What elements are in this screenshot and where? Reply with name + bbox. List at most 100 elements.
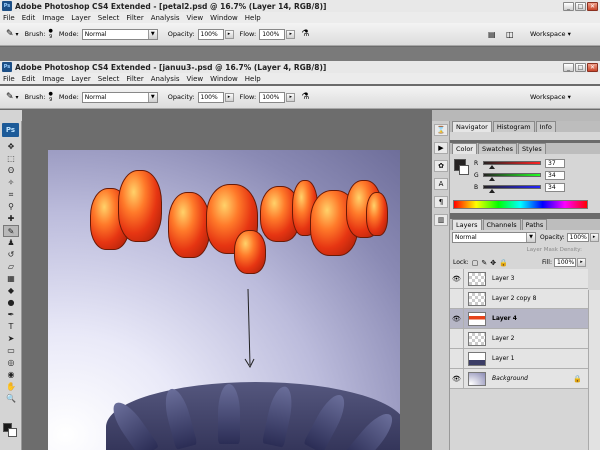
- dodge-tool-icon[interactable]: ●: [3, 297, 19, 309]
- tab-histogram[interactable]: Histogram: [492, 121, 535, 132]
- document-canvas[interactable]: [48, 150, 400, 450]
- tool-preset-icon[interactable]: ◫: [506, 30, 514, 39]
- eraser-tool-icon[interactable]: ▱: [3, 261, 19, 273]
- 3d-tool-icon[interactable]: ◎: [3, 357, 19, 369]
- lock-transparency-icon[interactable]: ▢: [472, 259, 479, 267]
- eye-off-icon[interactable]: [450, 328, 464, 349]
- tool-presets-panel-icon[interactable]: ▥: [434, 214, 448, 226]
- layer-row[interactable]: Layer 2: [450, 328, 588, 349]
- hand-tool-icon[interactable]: ✋: [3, 381, 19, 393]
- tab-layers[interactable]: Layers: [452, 219, 482, 230]
- lasso-tool-icon[interactable]: ʘ: [3, 165, 19, 177]
- opacity-input[interactable]: 100%: [197, 28, 224, 40]
- clone-stamp-tool-icon[interactable]: ♟: [3, 237, 19, 249]
- menu-image[interactable]: Image: [42, 14, 64, 22]
- menu-select[interactable]: Select: [98, 14, 120, 22]
- opacity-dropdown[interactable]: ▸: [224, 92, 234, 102]
- menu-filter[interactable]: Filter: [126, 75, 143, 83]
- paragraph-panel-icon[interactable]: ¶: [434, 196, 448, 208]
- green-slider[interactable]: [483, 173, 541, 181]
- gradient-tool-icon[interactable]: ▦: [3, 273, 19, 285]
- lock-all-icon[interactable]: 🔒: [499, 259, 508, 267]
- tab-styles[interactable]: Styles: [518, 143, 546, 154]
- menu-edit[interactable]: Edit: [22, 75, 36, 83]
- green-value-input[interactable]: 34: [545, 170, 565, 180]
- eye-off-icon[interactable]: [450, 348, 464, 369]
- workspace-menu[interactable]: Workspace ▾: [530, 93, 571, 101]
- quick-select-tool-icon[interactable]: ✧: [3, 177, 19, 189]
- menu-layer[interactable]: Layer: [71, 14, 91, 22]
- brush-preset-picker[interactable]: ● 9: [49, 91, 53, 103]
- brush-preset-picker[interactable]: ● 9: [49, 28, 53, 40]
- close-button[interactable]: ✕: [587, 1, 598, 11]
- menu-image[interactable]: Image: [42, 75, 64, 83]
- 3d-camera-tool-icon[interactable]: ◉: [3, 369, 19, 381]
- blue-knob[interactable]: [488, 189, 495, 193]
- tab-navigator[interactable]: Navigator: [452, 121, 492, 132]
- close-button[interactable]: ✕: [587, 62, 598, 72]
- menu-file[interactable]: File: [3, 75, 15, 83]
- maximize-button[interactable]: □: [575, 1, 586, 11]
- menu-help[interactable]: Help: [245, 75, 261, 83]
- flow-input[interactable]: 100%: [259, 28, 286, 40]
- blend-mode-select[interactable]: Normal ▼: [452, 231, 536, 243]
- menu-analysis[interactable]: Analysis: [151, 75, 180, 83]
- menu-view[interactable]: View: [187, 75, 204, 83]
- menu-layer[interactable]: Layer: [71, 75, 91, 83]
- blur-tool-icon[interactable]: ◆: [3, 285, 19, 297]
- layer-row[interactable]: 👁 Background 🔒: [450, 368, 588, 389]
- front-window-titlebar[interactable]: Ps Adobe Photoshop CS4 Extended - [januu…: [0, 61, 600, 73]
- character-panel-icon[interactable]: A: [434, 178, 448, 190]
- shape-tool-icon[interactable]: ▭: [3, 345, 19, 357]
- airbrush-icon[interactable]: ⚗: [301, 92, 309, 102]
- background-color-swatch[interactable]: [459, 165, 469, 175]
- eye-icon[interactable]: 👁: [450, 308, 464, 329]
- menu-view[interactable]: View: [187, 14, 204, 22]
- eye-icon[interactable]: 👁: [450, 268, 464, 289]
- menu-help[interactable]: Help: [245, 14, 261, 22]
- layer-row-active[interactable]: 👁 Layer 4: [450, 308, 588, 329]
- healing-brush-tool-icon[interactable]: ✚: [3, 213, 19, 225]
- menu-file[interactable]: File: [3, 14, 15, 22]
- panel-toggle-icon[interactable]: ▤: [488, 30, 496, 39]
- maximize-button[interactable]: □: [575, 62, 586, 72]
- crop-tool-icon[interactable]: ⌗: [3, 189, 19, 201]
- red-knob[interactable]: [489, 165, 496, 169]
- tab-color[interactable]: Color: [452, 143, 477, 154]
- layer-opacity-dropdown[interactable]: ▸: [589, 232, 599, 242]
- tab-channels[interactable]: Channels: [482, 219, 521, 230]
- mode-select[interactable]: Normal ▼: [81, 28, 158, 40]
- actions-panel-icon[interactable]: ▶: [434, 142, 448, 154]
- brush-tool-icon[interactable]: ✎: [6, 29, 14, 39]
- flow-input[interactable]: 100%: [259, 91, 286, 103]
- green-knob[interactable]: [488, 177, 495, 181]
- menu-window[interactable]: Window: [210, 75, 238, 83]
- flow-dropdown[interactable]: ▸: [286, 92, 296, 102]
- background-color-swatch[interactable]: [8, 428, 17, 437]
- blue-slider[interactable]: [483, 185, 541, 193]
- menu-window[interactable]: Window: [210, 14, 238, 22]
- layer-row[interactable]: Layer 1: [450, 348, 588, 369]
- blue-value-input[interactable]: 34: [545, 182, 565, 192]
- layers-scrollbar[interactable]: [588, 290, 600, 450]
- layer-opacity-input[interactable]: 100%: [566, 232, 589, 242]
- type-tool-icon[interactable]: T: [3, 321, 19, 333]
- menu-edit[interactable]: Edit: [22, 14, 36, 22]
- menu-analysis[interactable]: Analysis: [151, 14, 180, 22]
- tab-paths[interactable]: Paths: [521, 219, 548, 230]
- path-select-tool-icon[interactable]: ➤: [3, 333, 19, 345]
- lock-position-icon[interactable]: ✥: [490, 259, 496, 267]
- red-value-input[interactable]: 37: [545, 158, 565, 168]
- lock-image-icon[interactable]: ✎: [481, 259, 487, 267]
- color-spectrum-ramp[interactable]: [453, 200, 588, 209]
- opacity-dropdown[interactable]: ▸: [224, 29, 234, 39]
- fill-dropdown[interactable]: ▸: [577, 258, 586, 267]
- minimize-button[interactable]: _: [563, 1, 574, 11]
- layer-row[interactable]: Layer 2 copy 8: [450, 288, 588, 309]
- back-window-titlebar[interactable]: Ps Adobe Photoshop CS4 Extended - [petal…: [0, 0, 600, 12]
- tab-swatches[interactable]: Swatches: [477, 143, 518, 154]
- minimize-button[interactable]: _: [563, 62, 574, 72]
- airbrush-icon[interactable]: ⚗: [301, 29, 309, 39]
- brush-tool-icon[interactable]: ✎: [3, 225, 19, 237]
- move-tool-icon[interactable]: ✥: [3, 141, 19, 153]
